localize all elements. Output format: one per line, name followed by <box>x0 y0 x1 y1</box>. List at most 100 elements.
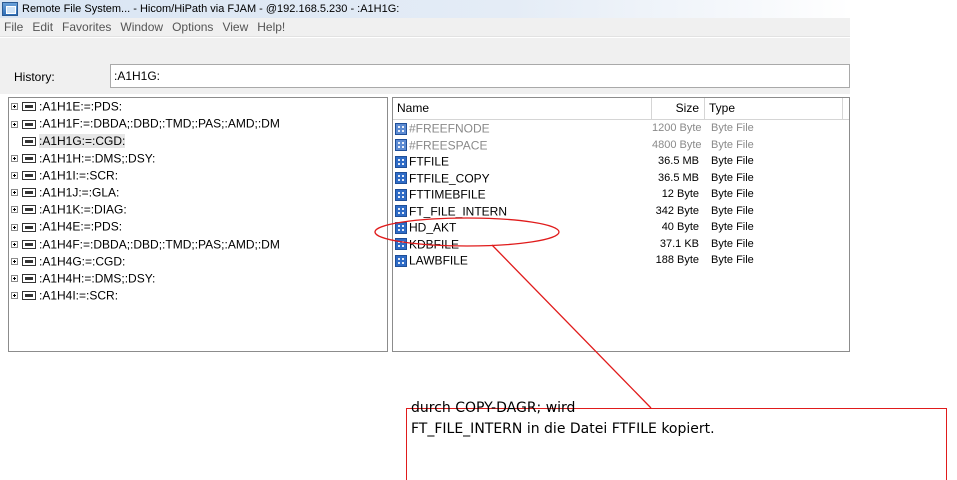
file-name-cell: FTFILE_COPY <box>393 170 652 187</box>
file-type-cell: Byte File <box>711 254 754 266</box>
file-name-cell: FTFILE <box>393 153 652 170</box>
tree-node[interactable]: :A1H4G:=:CGD: <box>9 253 387 270</box>
expand-plus-icon[interactable] <box>11 120 18 128</box>
menu-item-favorites[interactable]: Favorites <box>62 20 111 34</box>
tree-node-label: :A1H1E:=:PDS: <box>39 99 123 114</box>
folder-node-icon <box>22 153 36 163</box>
menu-item-options[interactable]: Options <box>172 20 213 34</box>
file-name: #FREESPACE <box>409 138 488 153</box>
tree-branch-line <box>11 138 18 145</box>
window-title: Remote File System... - Hicom/HiPath via… <box>22 3 400 15</box>
tree-node-label: :A1H1F:=:DBDA;:DBD;:TMD;:PAS;:AMD;:DM <box>39 116 280 131</box>
file-row[interactable]: FTTIMEBFILE 12 Byte Byte File <box>393 186 849 203</box>
file-row[interactable]: LAWBFILE 188 Byte Byte File <box>393 252 849 269</box>
expand-plus-icon[interactable] <box>11 240 18 248</box>
menu-item-view[interactable]: View <box>222 20 248 34</box>
expand-plus-icon[interactable] <box>11 172 18 180</box>
tree-node[interactable]: :A1H1F:=:DBDA;:DBD;:TMD;:PAS;:AMD;:DM <box>9 115 387 132</box>
column-header-name[interactable]: Name <box>393 98 652 119</box>
menu-item-file[interactable]: File <box>4 20 23 34</box>
tree-node-label: :A1H4G:=:CGD: <box>39 254 126 269</box>
byte-file-icon <box>395 122 407 135</box>
folder-node-icon <box>22 239 36 249</box>
folder-node-icon <box>22 136 36 146</box>
file-name: LAWBFILE <box>409 253 468 268</box>
file-type-cell: Byte File <box>711 122 754 134</box>
file-size-cell: 40 Byte <box>661 221 699 233</box>
menu-item-edit[interactable]: Edit <box>32 20 53 34</box>
folder-node-icon <box>22 291 36 301</box>
file-row[interactable]: FT_FILE_INTERN 342 Byte Byte File <box>393 203 849 220</box>
file-row[interactable]: KDBFILE 37.1 KB Byte File <box>393 236 849 253</box>
file-size-cell: 1200 Byte <box>652 122 702 134</box>
file-type-cell: Byte File <box>711 188 754 200</box>
column-header-size[interactable]: Size <box>652 98 705 119</box>
byte-file-icon <box>395 205 407 218</box>
menu-item-help[interactable]: Help! <box>257 20 285 34</box>
tree-node[interactable]: :A1H1E:=:PDS: <box>9 98 387 115</box>
file-list-body: #FREEFNODE 1200 Byte Byte File #FREESPACE 48… <box>393 120 849 269</box>
file-size-cell: 36.5 MB <box>658 155 699 167</box>
tree-node[interactable]: :A1H4H:=:DMS;:DSY: <box>9 270 387 287</box>
folder-tree[interactable]: :A1H1E:=:PDS::A1H1F:=:DBDA;:DBD;:TMD;:PA… <box>8 97 388 352</box>
tree-node[interactable]: :A1H4I:=:SCR: <box>9 287 387 304</box>
column-header-type[interactable]: Type <box>705 98 843 119</box>
history-bar: History: <box>0 38 850 94</box>
file-type-cell: Byte File <box>711 204 754 217</box>
tree-node-label: :A1H1J:=:GLA: <box>39 185 120 200</box>
expand-plus-icon[interactable] <box>11 292 18 300</box>
annotation-text-line-1: durch COPY-DAGR; wird <box>411 400 576 416</box>
folder-node-icon <box>22 274 36 284</box>
annotation-callout-box: durch COPY-DAGR; wird FT_FILE_INTERN in … <box>406 400 947 480</box>
folder-node-icon <box>22 119 36 129</box>
tree-node[interactable]: :A1H1J:=:GLA: <box>9 184 387 201</box>
file-name: FTFILE_COPY <box>409 171 490 186</box>
folder-node-icon <box>22 222 36 232</box>
expand-plus-icon[interactable] <box>11 189 18 197</box>
expand-plus-icon[interactable] <box>11 206 18 214</box>
file-type-cell: Byte File <box>711 155 754 167</box>
menu-item-window[interactable]: Window <box>120 20 163 34</box>
byte-file-icon <box>395 238 407 251</box>
file-size-cell: 36.5 MB <box>658 171 699 184</box>
expand-plus-icon[interactable] <box>11 275 18 283</box>
file-name: KDBFILE <box>409 237 460 252</box>
byte-file-icon <box>395 188 407 201</box>
file-size-cell: 342 Byte <box>655 204 699 217</box>
menu-bar: File Edit Favorites Window Options View Help! <box>0 18 850 37</box>
tree-node-label: :A1H4I:=:SCR: <box>39 288 119 303</box>
folder-node-icon <box>22 188 36 198</box>
byte-file-icon <box>395 221 407 234</box>
file-row[interactable]: #FREEFNODE 1200 Byte Byte File <box>393 120 849 137</box>
file-name: HD_AKT <box>409 220 457 235</box>
tree-node-label: :A1H1K:=:DIAG: <box>39 202 127 217</box>
tree-node[interactable]: :A1H1K:=:DIAG: <box>9 201 387 218</box>
file-name-cell: #FREESPACE <box>393 137 652 154</box>
file-type-cell: Byte File <box>711 237 754 250</box>
file-row[interactable]: FTFILE_COPY 36.5 MB Byte File <box>393 170 849 187</box>
history-input[interactable] <box>110 64 850 88</box>
expand-plus-icon[interactable] <box>11 258 18 266</box>
tree-node-label: :A1H1H:=:DMS;:DSY: <box>39 150 156 165</box>
expand-plus-icon[interactable] <box>11 223 18 231</box>
file-row[interactable]: FTFILE 36.5 MB Byte File <box>393 153 849 170</box>
expand-plus-icon[interactable] <box>11 103 18 111</box>
file-type-cell: Byte File <box>711 221 754 233</box>
tree-node[interactable]: :A1H4E:=:PDS: <box>9 218 387 235</box>
tree-node[interactable]: :A1H1G:=:CGD: <box>9 132 387 149</box>
expand-plus-icon[interactable] <box>11 154 18 162</box>
file-size-cell: 37.1 KB <box>659 237 699 250</box>
file-name-cell: KDBFILE <box>393 236 652 253</box>
tree-node-label: :A1H4H:=:DMS;:DSY: <box>39 271 156 286</box>
tree-node[interactable]: :A1H1H:=:DMS;:DSY: <box>9 150 387 167</box>
folder-node-icon <box>22 205 36 215</box>
title-bar: Remote File System... - Hicom/HiPath via… <box>0 0 850 18</box>
file-list[interactable]: Name Size Type #FREEFNODE 1200 Byte Byte F… <box>392 97 850 352</box>
tree-node[interactable]: :A1H1I:=:SCR: <box>9 167 387 184</box>
file-row[interactable]: HD_AKT 40 Byte Byte File <box>393 219 849 236</box>
tree-node[interactable]: :A1H4F:=:DBDA;:DBD;:TMD;:PAS;:AMD;:DM <box>9 236 387 253</box>
tree-node-label: :A1H1G:=:CGD: <box>39 133 126 148</box>
file-row[interactable]: #FREESPACE 4800 Byte Byte File <box>393 137 849 154</box>
file-size-cell: 188 Byte <box>655 254 699 266</box>
byte-file-icon <box>395 254 407 267</box>
